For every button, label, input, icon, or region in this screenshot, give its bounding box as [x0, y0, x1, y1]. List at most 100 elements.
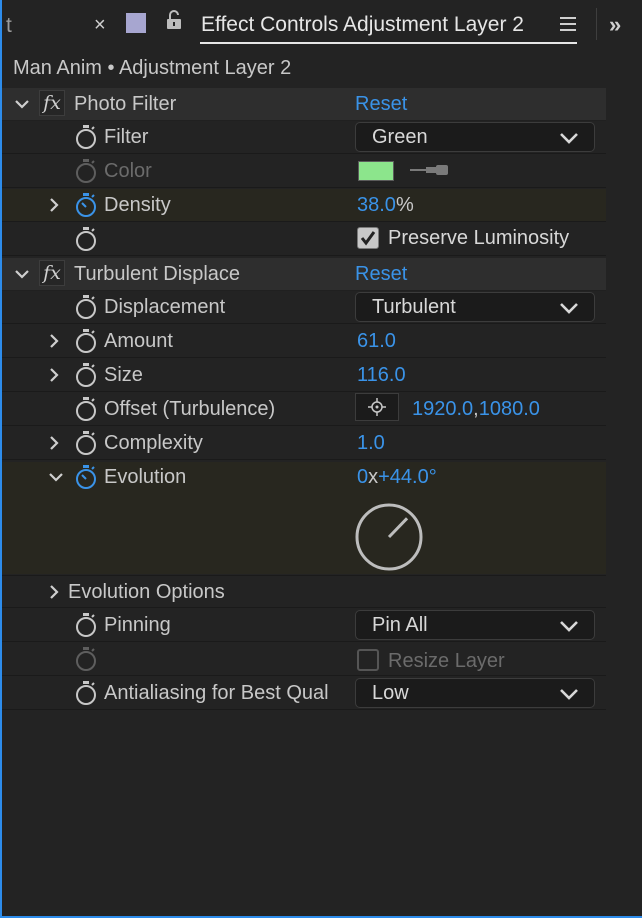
- property-row-evolution: Evolution 0x+44.0°: [2, 461, 606, 494]
- property-row-pinning: Pinning Pin All: [2, 609, 606, 642]
- eyedropper-icon[interactable]: [408, 162, 450, 178]
- active-tab-indicator: [200, 42, 577, 44]
- chevron-down-icon: [560, 621, 578, 632]
- property-label: Displacement: [104, 296, 226, 318]
- stopwatch-active-icon[interactable]: [74, 464, 98, 490]
- chevron-down-icon[interactable]: [49, 470, 63, 484]
- property-row-density: Density 38.0%: [2, 189, 606, 222]
- close-tab-icon[interactable]: ×: [94, 14, 106, 37]
- property-group-evolution-options[interactable]: Evolution Options: [2, 575, 606, 608]
- property-label: Pinning: [104, 614, 171, 636]
- reset-button[interactable]: Reset: [355, 93, 407, 116]
- dropdown-value: Pin All: [372, 614, 428, 636]
- reset-button[interactable]: Reset: [355, 263, 407, 286]
- property-label: Filter: [104, 126, 149, 148]
- property-label: Color: [104, 160, 152, 182]
- offset-x-value[interactable]: 1920.0: [412, 398, 473, 420]
- property-row-amount: Amount 61.0: [2, 325, 606, 358]
- property-row-offset: Offset (Turbulence) 1920.0,1080.0: [2, 393, 606, 426]
- revolution-separator: x: [368, 466, 379, 488]
- chevron-down-icon: [560, 133, 578, 144]
- complexity-value[interactable]: 1.0: [357, 432, 385, 455]
- color-swatch[interactable]: [358, 161, 394, 181]
- property-row-resize-layer: Resize Layer: [2, 643, 606, 676]
- property-row-size: Size 116.0: [2, 359, 606, 392]
- stopwatch-icon[interactable]: [74, 680, 98, 706]
- stopwatch-icon[interactable]: [74, 612, 98, 638]
- fx-icon[interactable]: fx: [39, 260, 65, 286]
- stopwatch-icon[interactable]: [74, 396, 98, 422]
- angle-dial[interactable]: [355, 503, 423, 571]
- previous-tab-label[interactable]: t: [6, 14, 12, 38]
- tab-divider: [596, 8, 597, 40]
- evolution-degrees[interactable]: +44.0°: [378, 466, 437, 488]
- offset-y-value[interactable]: 1080.0: [479, 398, 540, 420]
- evolution-value: 0x+44.0°: [357, 466, 437, 489]
- property-label: Amount: [104, 330, 173, 352]
- pinning-dropdown[interactable]: Pin All: [355, 610, 595, 640]
- unit-label: %: [395, 194, 414, 216]
- property-row-antialiasing: Antialiasing for Best Qual Low: [2, 677, 606, 710]
- layer-color-swatch: [126, 13, 146, 33]
- property-label: Offset (Turbulence): [104, 398, 276, 420]
- checkbox-label: Resize Layer: [388, 650, 505, 672]
- antialiasing-dropdown[interactable]: Low: [355, 678, 595, 708]
- chevron-right-icon[interactable]: [47, 436, 61, 450]
- evolution-revolutions[interactable]: 0: [357, 466, 368, 488]
- resize-layer-checkbox[interactable]: [357, 649, 379, 671]
- preserve-luminosity-checkbox[interactable]: [357, 227, 379, 249]
- chevron-right-icon[interactable]: [47, 334, 61, 348]
- amount-value[interactable]: 61.0: [357, 330, 396, 353]
- checkbox-label: Preserve Luminosity: [388, 227, 570, 249]
- filter-dropdown[interactable]: Green: [355, 122, 595, 152]
- property-label: Complexity: [104, 432, 203, 454]
- property-row-preserve-luminosity: Preserve Luminosity: [2, 223, 606, 256]
- panel-tab-bar: t × Effect Controls Adjustment Layer 2 »: [2, 0, 642, 50]
- offset-value: 1920.0,1080.0: [412, 398, 540, 421]
- chevron-down-icon[interactable]: [15, 267, 29, 281]
- fx-icon[interactable]: fx: [39, 90, 65, 116]
- stopwatch-icon[interactable]: [74, 226, 98, 252]
- property-row-color: Color: [2, 155, 606, 188]
- stopwatch-icon[interactable]: [74, 430, 98, 456]
- stopwatch-icon[interactable]: [74, 124, 98, 150]
- chevron-right-icon[interactable]: [47, 198, 61, 212]
- chevron-down-icon[interactable]: [15, 97, 29, 111]
- dropdown-value: Turbulent: [372, 296, 456, 318]
- stopwatch-icon[interactable]: [74, 294, 98, 320]
- dial-hand: [387, 517, 409, 539]
- effect-header-turbulent-displace[interactable]: fx Turbulent Displace Reset: [2, 258, 606, 291]
- dropdown-value: Green: [372, 126, 428, 148]
- checkmark-icon: [360, 231, 376, 246]
- effect-name: Photo Filter: [74, 93, 177, 115]
- overflow-chevron-icon[interactable]: »: [609, 12, 621, 38]
- displacement-dropdown[interactable]: Turbulent: [355, 292, 595, 322]
- chevron-right-icon[interactable]: [47, 585, 61, 599]
- layer-title: Man Anim • Adjustment Layer 2: [13, 57, 292, 79]
- chevron-down-icon: [560, 689, 578, 700]
- property-label: Size: [104, 364, 143, 386]
- effect-header-photo-filter[interactable]: fx Photo Filter Reset: [2, 88, 606, 121]
- property-row-complexity: Complexity 1.0: [2, 427, 606, 460]
- point-target-button[interactable]: [355, 393, 399, 421]
- stopwatch-active-icon[interactable]: [74, 192, 98, 218]
- group-label: Evolution Options: [68, 581, 225, 603]
- property-row-filter: Filter Green: [2, 121, 606, 154]
- property-row-displacement: Displacement Turbulent: [2, 291, 606, 324]
- chevron-down-icon: [560, 303, 578, 314]
- density-value[interactable]: 38.0%: [357, 194, 414, 217]
- size-value[interactable]: 116.0: [357, 364, 406, 387]
- stopwatch-icon[interactable]: [74, 328, 98, 354]
- stopwatch-icon: [76, 159, 96, 183]
- crosshair-icon: [368, 398, 386, 416]
- number-value[interactable]: 38.0: [357, 194, 396, 216]
- effect-name: Turbulent Displace: [74, 263, 241, 285]
- unlock-icon[interactable]: [166, 10, 182, 30]
- stopwatch-icon[interactable]: [74, 362, 98, 388]
- dropdown-value: Low: [372, 682, 409, 704]
- hamburger-icon[interactable]: [560, 16, 576, 32]
- chevron-right-icon[interactable]: [47, 368, 61, 382]
- stopwatch-icon: [76, 647, 96, 671]
- property-label: Evolution: [104, 466, 187, 488]
- tab-effect-controls[interactable]: Effect Controls Adjustment Layer 2: [201, 13, 524, 37]
